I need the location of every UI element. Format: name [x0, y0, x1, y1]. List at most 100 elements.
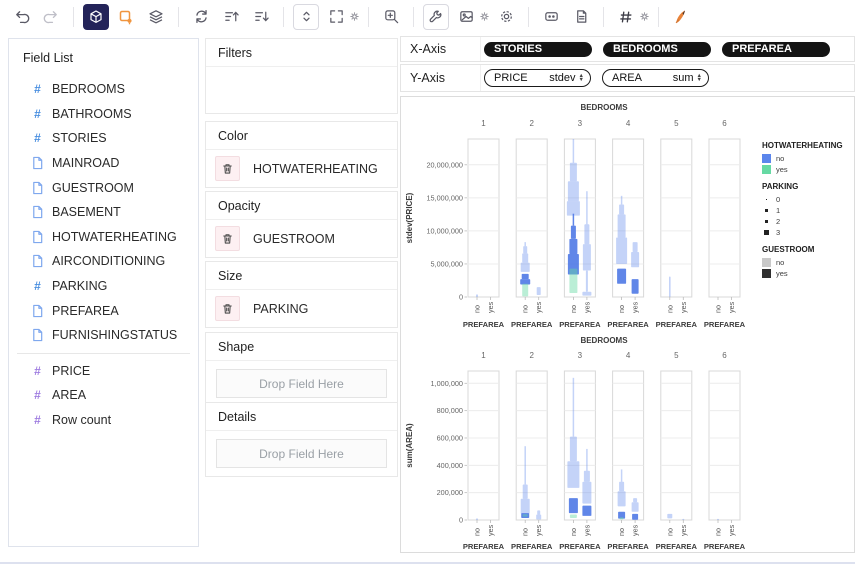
x-axis-pill-prefarea[interactable]: PREFAREA: [722, 41, 830, 57]
field-list-item[interactable]: AIRCONDITIONING: [9, 249, 198, 274]
mark-cluster[interactable]: [568, 498, 578, 514]
x-tick-label: no: [521, 305, 530, 313]
refresh-icon[interactable]: [188, 4, 214, 30]
legend-entry[interactable]: 3: [762, 227, 854, 238]
mini-gear-icon: [480, 12, 489, 21]
mini-gear-icon: [640, 12, 649, 21]
legend-entry[interactable]: no: [762, 257, 854, 268]
wrench-tools-icon[interactable]: [423, 3, 449, 30]
field-list-item[interactable]: FURNISHINGSTATUS: [9, 323, 198, 348]
mark-cluster[interactable]: [669, 276, 671, 297]
legend-entry[interactable]: 0: [762, 194, 854, 205]
mark-cluster[interactable]: [617, 268, 627, 284]
size-field-chip[interactable]: PARKING: [253, 302, 308, 316]
field-list-item[interactable]: MAINROAD: [9, 151, 198, 176]
hash-icon[interactable]: [613, 4, 639, 30]
mark-cluster[interactable]: [667, 513, 673, 519]
filters-drop-zone[interactable]: [206, 67, 397, 113]
legend-entry[interactable]: no: [762, 153, 854, 164]
field-list-item[interactable]: # PARKING: [9, 274, 198, 299]
legend-entry[interactable]: 2: [762, 216, 854, 227]
document-icon[interactable]: [568, 4, 594, 30]
y-pill-agg-select[interactable]: sum ▲ ▼: [673, 72, 702, 84]
chart-sum-area[interactable]: BEDROOMS sum(AREA) 0 200,000 400,000 600,000 8…: [401, 334, 855, 552]
redo-icon[interactable]: [38, 4, 64, 30]
mark-cluster[interactable]: [619, 517, 624, 520]
mark-cluster[interactable]: [522, 514, 528, 517]
color-field-chip[interactable]: HOTWATERHEATING: [253, 162, 378, 176]
mark-segment: [523, 246, 528, 254]
shape-drop-zone[interactable]: Drop Field Here: [216, 369, 387, 398]
toolbar-divider: [658, 6, 659, 27]
mark-cluster[interactable]: [582, 505, 592, 516]
field-list-item[interactable]: # BATHROOMS: [9, 102, 198, 127]
size-remove-button[interactable]: [215, 296, 240, 321]
y-axis-pill-price[interactable]: PRICE stdev ▲ ▼: [484, 69, 591, 87]
undo-icon[interactable]: [8, 4, 34, 30]
sort-descending-icon[interactable]: [248, 4, 274, 30]
x-axis-pill-stories[interactable]: STORIES: [484, 41, 592, 57]
y-tick-label: 5,000,000: [431, 259, 463, 268]
field-list-item[interactable]: PREFAREA: [9, 298, 198, 323]
zoom-area-icon[interactable]: [378, 4, 404, 30]
image-settings-icon[interactable]: [453, 4, 489, 30]
legend-size-swatch: [762, 228, 771, 237]
field-list-item[interactable]: # PRICE: [9, 359, 198, 384]
layers-icon[interactable]: [143, 4, 169, 30]
field-list-item[interactable]: # Row count: [9, 408, 198, 433]
measure-field-icon: #: [34, 388, 41, 403]
settings-gear-icon[interactable]: [493, 4, 519, 30]
mark-segment: [619, 517, 624, 520]
mark-cluster[interactable]: [536, 287, 541, 296]
field-list-item[interactable]: HOTWATERHEATING: [9, 225, 198, 250]
mark-tail: [620, 195, 623, 205]
y-pill-agg-select[interactable]: stdev ▲ ▼: [549, 72, 584, 84]
fit-vertical-icon[interactable]: [293, 3, 319, 30]
mark-cluster[interactable]: [476, 294, 478, 297]
expand-settings-icon[interactable]: [323, 4, 359, 30]
cube-view-icon[interactable]: [83, 3, 109, 30]
y-pill-field: AREA: [612, 72, 642, 84]
facet-label: 4: [626, 351, 631, 360]
image-icon[interactable]: [453, 4, 479, 30]
field-list-item[interactable]: # BEDROOMS: [9, 77, 198, 102]
mark-cluster[interactable]: [632, 513, 639, 520]
field-list-item[interactable]: # STORIES: [9, 126, 198, 151]
add-annotation-icon[interactable]: [113, 4, 139, 30]
field-list-item-label: AIRCONDITIONING: [52, 254, 166, 269]
opacity-remove-button[interactable]: [215, 226, 240, 251]
legend-size-dot: [765, 198, 768, 201]
legend-entry[interactable]: 1: [762, 205, 854, 216]
toolbar-divider: [528, 6, 529, 27]
expand-icon[interactable]: [323, 4, 349, 30]
mark-cluster[interactable]: [717, 518, 719, 520]
field-list-item-label: PREFAREA: [52, 303, 119, 318]
theme-brush-icon[interactable]: [668, 4, 694, 30]
facet-panel: [515, 370, 548, 521]
mark-cluster[interactable]: [522, 283, 529, 297]
details-drop-placeholder: Drop Field Here: [259, 446, 344, 461]
document-field-icon: [30, 181, 45, 195]
mark-cluster[interactable]: [476, 518, 478, 520]
field-list-item[interactable]: BASEMENT: [9, 200, 198, 225]
code-values-icon[interactable]: [538, 4, 564, 30]
mark-cluster[interactable]: [631, 279, 639, 294]
x-axis-pill-bedrooms[interactable]: BEDROOMS: [603, 41, 711, 57]
field-list-item[interactable]: GUESTROOM: [9, 175, 198, 200]
facet-label: 6: [722, 351, 727, 360]
sort-ascending-icon[interactable]: [218, 4, 244, 30]
mark-cluster[interactable]: [682, 518, 685, 520]
details-shelf: Details Drop Field Here: [205, 402, 398, 477]
mark-cluster[interactable]: [569, 514, 577, 518]
number-format-icon[interactable]: [613, 4, 649, 30]
y-axis-pill-area[interactable]: AREA sum ▲ ▼: [602, 69, 709, 87]
color-remove-button[interactable]: [215, 156, 240, 181]
legend-entry[interactable]: yes: [762, 164, 854, 175]
legend-entry[interactable]: yes: [762, 268, 854, 279]
mark-cluster[interactable]: [569, 268, 578, 294]
details-drop-zone[interactable]: Drop Field Here: [216, 439, 387, 468]
x-tick-label: yes: [534, 524, 543, 536]
field-list-item[interactable]: # AREA: [9, 383, 198, 408]
opacity-field-chip[interactable]: GUESTROOM: [253, 232, 335, 246]
mark-segment: [520, 262, 530, 272]
